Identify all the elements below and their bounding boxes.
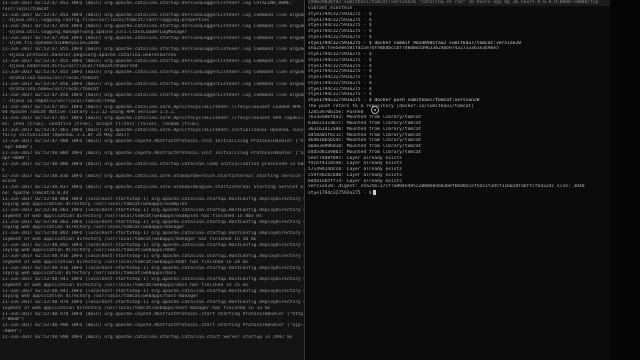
shell-line-text: 57149424dcc0: Layer already exists (308, 167, 403, 172)
log-line: 11-Jun-2017 02:53:48.998 INFO [main] org… (2, 334, 293, 340)
log-line: 11-Jun-2017 02:53:48.004 INFO [main] org… (2, 150, 304, 156)
log-line: loyment of web application directory /us… (2, 305, 271, 311)
log-line: 11-Jun-2017 02:53:47.857 INFO [main] org… (2, 116, 304, 121)
shell-line-text: stye1794c327593a275 - $ (308, 52, 372, 57)
shell-line-text: stye1794c327593a275 - $ (308, 86, 372, 92)
log-line: 11-Jun-2017 02:53:48.996 INFO [main] org… (2, 323, 304, 328)
screen: 11-Jun-2017 02:53:47.853 INFO [main] org… (0, 0, 640, 360)
log-line: 11-Jun-2017 02:53:48.974 INFO [localhost… (2, 300, 304, 305)
mouse-pointer-icon (371, 106, 379, 114)
log-line: 11-Jun-2017 02:53:48.916 INFO [localhost… (2, 254, 304, 259)
shell-line-text: a0a63e99bd18: Mounted from library/tomca… (308, 144, 422, 149)
shell-line-text: c59fe6cbcbd0: Layer already exists (308, 172, 403, 178)
shell-line-text: stye1794c327593a275 - $ (308, 11, 372, 17)
shell-line-text: d458a05f6c1c: Mounted from library/tomca… (308, 132, 422, 138)
log-line: loyment of web application directory /us… (2, 213, 262, 219)
shell-line-text: stye1794c327593a275 - $ (308, 80, 372, 86)
shell-line-text: stye1794c327593a275 - $ (308, 57, 372, 63)
docker-ps-output-line: c9d6c9d36fd2 sumitkaul/tomcat:version20 … (308, 0, 610, 6)
shell-line-text: The push refers to a repository [docker.… (308, 103, 474, 109)
shell-line-text: stye1794c327593a275 - $ docker push sumi… (308, 98, 480, 103)
docker-shell-terminal[interactable]: c9d6c9d36fd2 sumitkaul/tomcat:version20 … (306, 0, 610, 360)
shell-line-text: stye1794c327593a275 - $ (308, 63, 372, 69)
log-line: 11-Jun-2017 02:53:47.856 INFO [main] org… (2, 93, 304, 98)
log-line: 11-Jun-2017 02:53:48.006 INFO [main] org… (2, 162, 304, 167)
log-line: 11-Jun-2017 02:53:47.853 INFO [main] org… (2, 1, 293, 6)
tomcat-log-terminal[interactable]: 11-Jun-2017 02:53:47.853 INFO [main] org… (0, 0, 305, 360)
shell-line-text: d4d5d81a90b3: Mounted from library/tomca… (308, 149, 422, 155)
shell-line-text: stye1794c327593a275 - $ (308, 69, 372, 75)
log-line: 11-Jun-2017 02:53:48.037 INFO [main] org… (2, 185, 304, 190)
shell-line-text: 12853e70b15e: Pushed (308, 109, 364, 115)
shell-line-text: 816e213cdb7c: Mounted from library/tomca… (308, 121, 422, 126)
log-line: 11-Jun-2017 02:53:47.855 INFO [main] org… (2, 47, 304, 52)
shell-line-text: stye1794c327593a275 - $ (308, 191, 372, 196)
shell-line-text: sha256:fee5e8e581fd15e76fe8bdbccbf7d8d8d… (308, 46, 499, 52)
log-line: 11-Jun-2017 02:53:47.855 INFO [main] org… (2, 70, 304, 75)
shell-line-text: 7b33ee8bf443: Mounted from library/tomca… (308, 115, 422, 121)
shell-line-text: stye1794c327593a275 - $ (308, 17, 372, 23)
shell-line-text: stye1794c327593a275 - $ docker commit 9d… (308, 40, 521, 46)
log-line: 11-Jun-2017 02:53:47.854 INFO [main] org… (2, 24, 304, 29)
shell-line-text: version20: digest: sha256:37cf7a004e495c… (308, 184, 585, 190)
shell-line-text: stye1794c327593a275 - $ (308, 34, 372, 40)
log-line: 11-Jun-2017 02:53:48.036 INFO [main] org… (2, 173, 304, 179)
shell-line-text: 8d4d1eb5ff74: Layer already exists (308, 178, 403, 184)
shell-line-text: 5eef7488f89c: Layer already exists (308, 155, 403, 161)
shell-line-text: stye1794c327593a275 - $ (308, 75, 372, 80)
window-edge (610, 0, 640, 360)
shell-line-text: 363161d12ad6: Mounted from library/tomca… (308, 126, 422, 132)
log-line: 11-Jun-2017 02:53:47.988 INFO [main] org… (2, 139, 304, 144)
shell-prompt-line: stye1794c327593a275 - $ (308, 190, 610, 197)
shell-line-text: 4b4810b5654c: Mounted from library/tomca… (308, 138, 422, 144)
shell-line-text: stye1794c327593a275 - $ (308, 92, 372, 98)
shell-line-text: vibrant_einstein (308, 6, 353, 11)
shell-line-text: stye1794c327593a275 - $ (308, 23, 372, 29)
log-line: 11-Jun-2017 02:53:48.978 INFO [main] org… (2, 311, 304, 317)
shell-line-text: f9cbf43c85e0: Layer already exists (308, 161, 403, 167)
shell-output: vibrant_einstein stye1794c327593a275 - $ s… (308, 6, 610, 197)
log-line: 11-Jun-2017 02:53:48.941 INFO [localhost… (2, 277, 304, 282)
shell-line-text: stye1794c327593a275 - $ (308, 29, 372, 34)
log-line: 11-Jun-2017 02:53:48.892 INFO [localhost… (2, 231, 304, 236)
log-line: 11-Jun-2017 02:53:48.863 INFO [localhost… (2, 208, 304, 213)
text-cursor (372, 190, 376, 195)
